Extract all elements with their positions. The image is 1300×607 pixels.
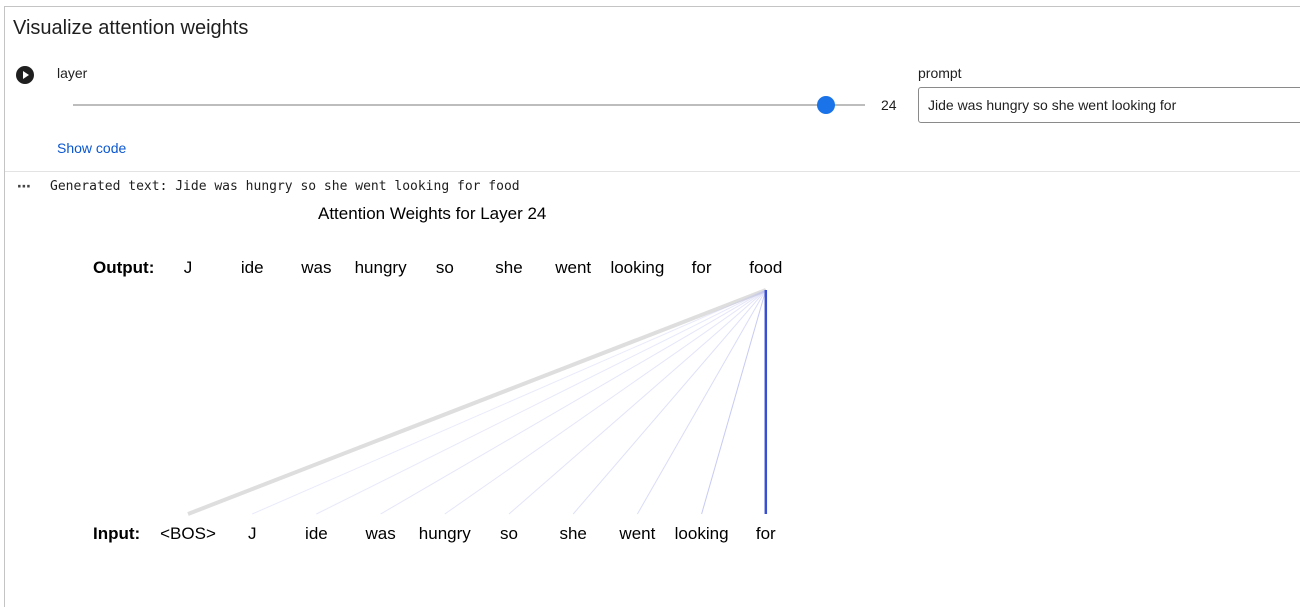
attention-line <box>508 289 767 515</box>
input-token: ide <box>305 524 328 543</box>
output-label: Output: <box>93 258 155 277</box>
attention-line <box>187 288 767 516</box>
attention-line <box>316 289 767 515</box>
input-token: J <box>247 524 257 543</box>
input-token: was <box>365 524 396 543</box>
output-token: ide <box>240 258 264 277</box>
attention-line <box>444 289 767 515</box>
output-token: food <box>749 258 783 277</box>
input-label: Input: <box>93 524 141 543</box>
input-token: looking <box>674 524 729 543</box>
output-token: so <box>435 258 454 277</box>
output-token: looking <box>610 258 665 277</box>
output-token: went <box>555 258 592 277</box>
attention-lines <box>187 288 768 516</box>
output-token: was <box>301 258 332 277</box>
input-token: so <box>500 524 518 543</box>
input-token: she <box>559 524 587 543</box>
input-token: for <box>755 524 776 543</box>
output-token: hungry <box>354 258 407 277</box>
output-token: J <box>183 258 193 277</box>
attention-line <box>380 289 767 515</box>
input-token: went <box>619 524 656 543</box>
input-token: hungry <box>418 524 471 543</box>
attention-line <box>252 289 766 515</box>
input-token: <BOS> <box>160 524 216 543</box>
attention-line <box>701 289 767 515</box>
output-token: she <box>495 258 523 277</box>
output-token: for <box>691 258 712 277</box>
attention-line <box>572 289 767 515</box>
attention-line <box>636 289 767 515</box>
